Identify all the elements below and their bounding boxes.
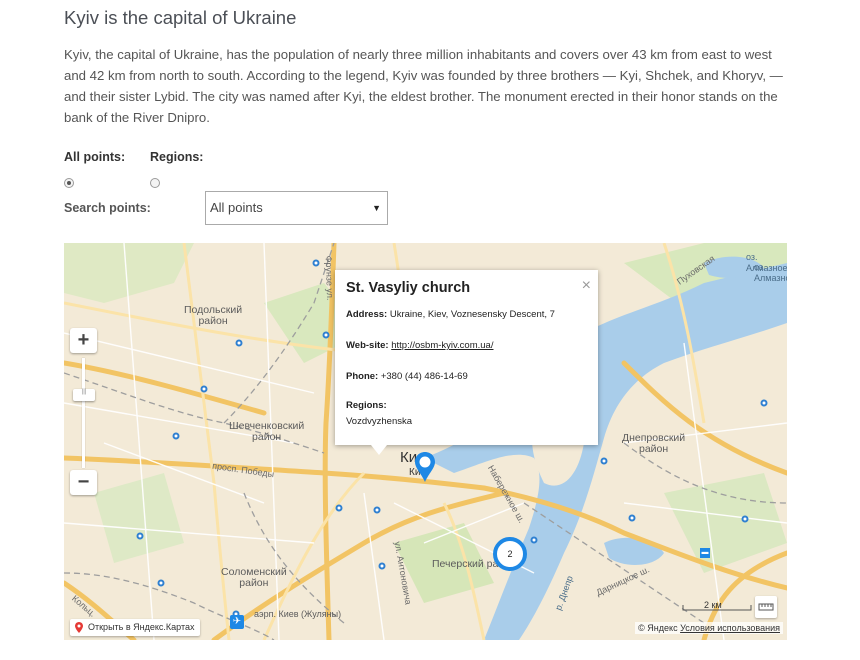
terms-link[interactable]: Условия использования	[680, 623, 780, 633]
map-marker-icon	[75, 622, 83, 633]
regions-radio[interactable]	[150, 178, 160, 188]
placemark-pin-icon[interactable]	[414, 451, 436, 483]
all-points-label: All points:	[64, 150, 126, 164]
page-title: Kyiv is the capital of Ukraine	[64, 7, 297, 28]
balloon-website-row: Web-site: http://osbm-kyiv.com.ua/	[346, 340, 588, 352]
cluster-marker[interactable]: 2	[493, 537, 527, 571]
map-label-dneprovsky: Днепровский район	[622, 432, 686, 455]
search-points-select[interactable]: All points ▼	[205, 191, 388, 225]
rail-station-icon: ▬	[700, 548, 710, 558]
open-in-yandex-button[interactable]: Открыть в Яндекс.Картах	[70, 619, 201, 636]
address-label: Address:	[346, 309, 388, 320]
ruler-button[interactable]	[755, 596, 777, 618]
map-label-solomensky: Соломенский район	[221, 566, 287, 589]
balloon-address-row: Address: Ukraine, Kiev, Voznesensky Desc…	[346, 309, 588, 321]
website-label: Web-site:	[346, 340, 389, 351]
zoom-slider-handle[interactable]: |||	[73, 389, 95, 401]
map-label-shevchenkovsky: Шевченковский район	[229, 420, 305, 443]
zoom-out-button[interactable]: −	[70, 470, 97, 495]
open-in-yandex-label: Открыть в Яндекс.Картах	[88, 622, 195, 632]
balloon-phone-row: Phone: +380 (44) 486-14-69	[346, 371, 588, 383]
map-label-almaznoe-2: оз. Алмазное	[754, 262, 787, 283]
search-points-label: Search points:	[64, 201, 151, 215]
phone-label: Phone:	[346, 371, 379, 382]
scale-label: 2 км	[704, 600, 722, 610]
airport-icon: ✈	[230, 615, 244, 629]
zoom-in-button[interactable]: +	[70, 328, 97, 353]
region-value: Vozdvyzhenska	[346, 416, 413, 427]
zoom-slider-track[interactable]	[82, 358, 85, 468]
search-points-value: All points	[210, 200, 263, 215]
copyright-text: © Яндекс	[638, 623, 678, 633]
info-balloon: × St. Vasyliy church Address: Ukraine, K…	[335, 270, 598, 455]
map-copyright: © Яндекс Условия использования	[635, 622, 783, 634]
website-link[interactable]: http://osbm-kyiv.com.ua/	[391, 340, 493, 351]
address-value: Ukraine, Kiev, Voznesensky Descent, 7	[389, 309, 555, 320]
map-label-airport: аэрп. Киев (Жуляны)	[254, 609, 342, 619]
regions-label: Regions:	[150, 150, 204, 164]
map-label-podolsky: Подольский район	[184, 304, 243, 327]
map-container[interactable]: Подольский район Шевченковский район Дне…	[64, 243, 787, 640]
all-points-radio[interactable]	[64, 178, 74, 188]
regions-heading: Regions:	[346, 400, 387, 411]
ruler-icon	[758, 603, 774, 611]
street-label-top: Фрунзе ул.	[323, 255, 336, 301]
intro-paragraph: Kyiv, the capital of Ukraine, has the po…	[64, 47, 783, 125]
dropdown-arrow-icon: ▼	[372, 203, 381, 213]
balloon-title: St. Vasyliy church	[346, 280, 471, 296]
phone-value: +380 (44) 486-14-69	[380, 371, 468, 382]
close-icon[interactable]: ×	[582, 278, 591, 294]
